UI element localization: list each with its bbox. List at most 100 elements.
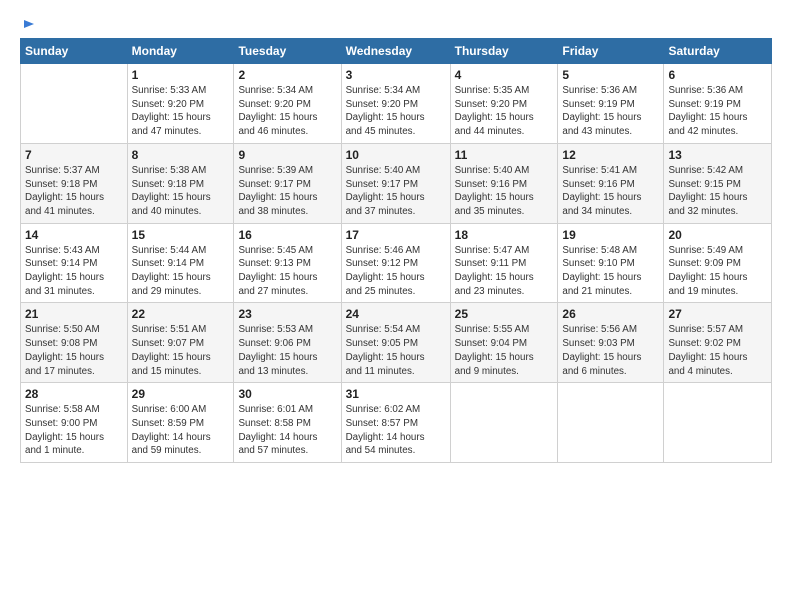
- day-number: 20: [668, 228, 767, 242]
- day-cell: 5Sunrise: 5:36 AM Sunset: 9:19 PM Daylig…: [558, 64, 664, 144]
- day-info: Sunrise: 5:38 AM Sunset: 9:18 PM Dayligh…: [132, 164, 230, 219]
- day-info: Sunrise: 6:00 AM Sunset: 8:59 PM Dayligh…: [132, 403, 230, 458]
- header-cell-friday: Friday: [558, 39, 664, 64]
- day-number: 21: [25, 307, 123, 321]
- day-number: 27: [668, 307, 767, 321]
- day-number: 29: [132, 387, 230, 401]
- day-info: Sunrise: 5:47 AM Sunset: 9:11 PM Dayligh…: [455, 244, 554, 299]
- day-cell: 17 Sunrise: 5:46 AM Sunset: 9:12 PM Dayli…: [341, 223, 450, 303]
- day-cell: 27Sunrise: 5:57 AM Sunset: 9:02 PM Dayli…: [664, 303, 772, 383]
- logo: [20, 18, 36, 32]
- day-info: Sunrise: 5:40 AM Sunset: 9:16 PM Dayligh…: [455, 164, 554, 219]
- day-info: Sunrise: 5:34 AM Sunset: 9:20 PM Dayligh…: [238, 84, 336, 139]
- day-number: 18: [455, 228, 554, 242]
- day-cell: 11 Sunrise: 5:40 AM Sunset: 9:16 PM Dayli…: [450, 143, 558, 223]
- header-row: SundayMondayTuesdayWednesdayThursdayFrid…: [21, 39, 772, 64]
- day-number: 4: [455, 68, 554, 82]
- day-number: 22: [132, 307, 230, 321]
- day-number: 15: [132, 228, 230, 242]
- day-number: 3: [346, 68, 446, 82]
- day-cell: 31Sunrise: 6:02 AM Sunset: 8:57 PM Dayli…: [341, 383, 450, 463]
- day-cell: 18 Sunrise: 5:47 AM Sunset: 9:11 PM Dayli…: [450, 223, 558, 303]
- day-info: Sunrise: 5:46 AM Sunset: 9:12 PM Dayligh…: [346, 244, 446, 299]
- day-cell: 12 Sunrise: 5:41 AM Sunset: 9:16 PM Dayli…: [558, 143, 664, 223]
- header-cell-monday: Monday: [127, 39, 234, 64]
- day-cell: 7 Sunrise: 5:37 AM Sunset: 9:18 PM Daylig…: [21, 143, 128, 223]
- day-cell: 2 Sunrise: 5:34 AM Sunset: 9:20 PM Daylig…: [234, 64, 341, 144]
- day-number: 23: [238, 307, 336, 321]
- day-cell: 9 Sunrise: 5:39 AM Sunset: 9:17 PM Daylig…: [234, 143, 341, 223]
- day-number: 30: [238, 387, 336, 401]
- week-row-2: 7 Sunrise: 5:37 AM Sunset: 9:18 PM Daylig…: [21, 143, 772, 223]
- day-info: Sunrise: 5:55 AM Sunset: 9:04 PM Dayligh…: [455, 323, 554, 378]
- day-number: 10: [346, 148, 446, 162]
- day-info: Sunrise: 5:50 AM Sunset: 9:08 PM Dayligh…: [25, 323, 123, 378]
- day-cell: [558, 383, 664, 463]
- day-info: Sunrise: 5:42 AM Sunset: 9:15 PM Dayligh…: [668, 164, 767, 219]
- week-row-4: 21 Sunrise: 5:50 AM Sunset: 9:08 PM Dayli…: [21, 303, 772, 383]
- day-info: Sunrise: 5:45 AM Sunset: 9:13 PM Dayligh…: [238, 244, 336, 299]
- day-number: 28: [25, 387, 123, 401]
- day-info: Sunrise: 5:40 AM Sunset: 9:17 PM Dayligh…: [346, 164, 446, 219]
- day-info: Sunrise: 5:36 AM Sunset: 9:19 PM Dayligh…: [562, 84, 659, 139]
- week-row-5: 28 Sunrise: 5:58 AM Sunset: 9:00 PM Dayli…: [21, 383, 772, 463]
- day-number: 11: [455, 148, 554, 162]
- day-cell: 4 Sunrise: 5:35 AM Sunset: 9:20 PM Daylig…: [450, 64, 558, 144]
- day-cell: 26 Sunrise: 5:56 AM Sunset: 9:03 PM Dayli…: [558, 303, 664, 383]
- day-cell: 23Sunrise: 5:53 AM Sunset: 9:06 PM Dayli…: [234, 303, 341, 383]
- day-number: 26: [562, 307, 659, 321]
- day-info: Sunrise: 5:39 AM Sunset: 9:17 PM Dayligh…: [238, 164, 336, 219]
- day-info: Sunrise: 5:56 AM Sunset: 9:03 PM Dayligh…: [562, 323, 659, 378]
- day-number: 31: [346, 387, 446, 401]
- day-cell: 21 Sunrise: 5:50 AM Sunset: 9:08 PM Dayli…: [21, 303, 128, 383]
- header-cell-saturday: Saturday: [664, 39, 772, 64]
- day-cell: [21, 64, 128, 144]
- day-number: 7: [25, 148, 123, 162]
- day-cell: 19Sunrise: 5:48 AM Sunset: 9:10 PM Dayli…: [558, 223, 664, 303]
- day-number: 25: [455, 307, 554, 321]
- page: SundayMondayTuesdayWednesdayThursdayFrid…: [0, 0, 792, 473]
- day-info: Sunrise: 5:54 AM Sunset: 9:05 PM Dayligh…: [346, 323, 446, 378]
- day-cell: 10 Sunrise: 5:40 AM Sunset: 9:17 PM Dayli…: [341, 143, 450, 223]
- day-info: Sunrise: 5:58 AM Sunset: 9:00 PM Dayligh…: [25, 403, 123, 458]
- day-number: 8: [132, 148, 230, 162]
- day-number: 1: [132, 68, 230, 82]
- day-cell: 29 Sunrise: 6:00 AM Sunset: 8:59 PM Dayli…: [127, 383, 234, 463]
- day-number: 12: [562, 148, 659, 162]
- day-info: Sunrise: 5:51 AM Sunset: 9:07 PM Dayligh…: [132, 323, 230, 378]
- header-cell-thursday: Thursday: [450, 39, 558, 64]
- day-cell: 6Sunrise: 5:36 AM Sunset: 9:19 PM Daylig…: [664, 64, 772, 144]
- day-info: Sunrise: 5:49 AM Sunset: 9:09 PM Dayligh…: [668, 244, 767, 299]
- day-number: 17: [346, 228, 446, 242]
- day-cell: 1 Sunrise: 5:33 AM Sunset: 9:20 PM Daylig…: [127, 64, 234, 144]
- day-number: 13: [668, 148, 767, 162]
- day-cell: 14 Sunrise: 5:43 AM Sunset: 9:14 PM Dayli…: [21, 223, 128, 303]
- header-cell-sunday: Sunday: [21, 39, 128, 64]
- week-row-1: 1 Sunrise: 5:33 AM Sunset: 9:20 PM Daylig…: [21, 64, 772, 144]
- logo-flag-icon: [22, 18, 36, 32]
- day-info: Sunrise: 5:43 AM Sunset: 9:14 PM Dayligh…: [25, 244, 123, 299]
- day-cell: 20 Sunrise: 5:49 AM Sunset: 9:09 PM Dayli…: [664, 223, 772, 303]
- day-info: Sunrise: 6:01 AM Sunset: 8:58 PM Dayligh…: [238, 403, 336, 458]
- day-number: 14: [25, 228, 123, 242]
- day-cell: 28 Sunrise: 5:58 AM Sunset: 9:00 PM Dayli…: [21, 383, 128, 463]
- day-info: Sunrise: 5:34 AM Sunset: 9:20 PM Dayligh…: [346, 84, 446, 139]
- day-cell: 13 Sunrise: 5:42 AM Sunset: 9:15 PM Dayli…: [664, 143, 772, 223]
- day-number: 9: [238, 148, 336, 162]
- day-cell: 30 Sunrise: 6:01 AM Sunset: 8:58 PM Dayli…: [234, 383, 341, 463]
- day-cell: [664, 383, 772, 463]
- day-info: Sunrise: 5:37 AM Sunset: 9:18 PM Dayligh…: [25, 164, 123, 219]
- day-info: Sunrise: 5:33 AM Sunset: 9:20 PM Dayligh…: [132, 84, 230, 139]
- header-cell-tuesday: Tuesday: [234, 39, 341, 64]
- header: [20, 18, 772, 32]
- day-number: 24: [346, 307, 446, 321]
- day-cell: [450, 383, 558, 463]
- day-number: 2: [238, 68, 336, 82]
- day-number: 16: [238, 228, 336, 242]
- day-cell: 3 Sunrise: 5:34 AM Sunset: 9:20 PM Daylig…: [341, 64, 450, 144]
- day-info: Sunrise: 5:41 AM Sunset: 9:16 PM Dayligh…: [562, 164, 659, 219]
- day-cell: 22 Sunrise: 5:51 AM Sunset: 9:07 PM Dayli…: [127, 303, 234, 383]
- header-cell-wednesday: Wednesday: [341, 39, 450, 64]
- day-cell: 16 Sunrise: 5:45 AM Sunset: 9:13 PM Dayli…: [234, 223, 341, 303]
- day-info: Sunrise: 5:35 AM Sunset: 9:20 PM Dayligh…: [455, 84, 554, 139]
